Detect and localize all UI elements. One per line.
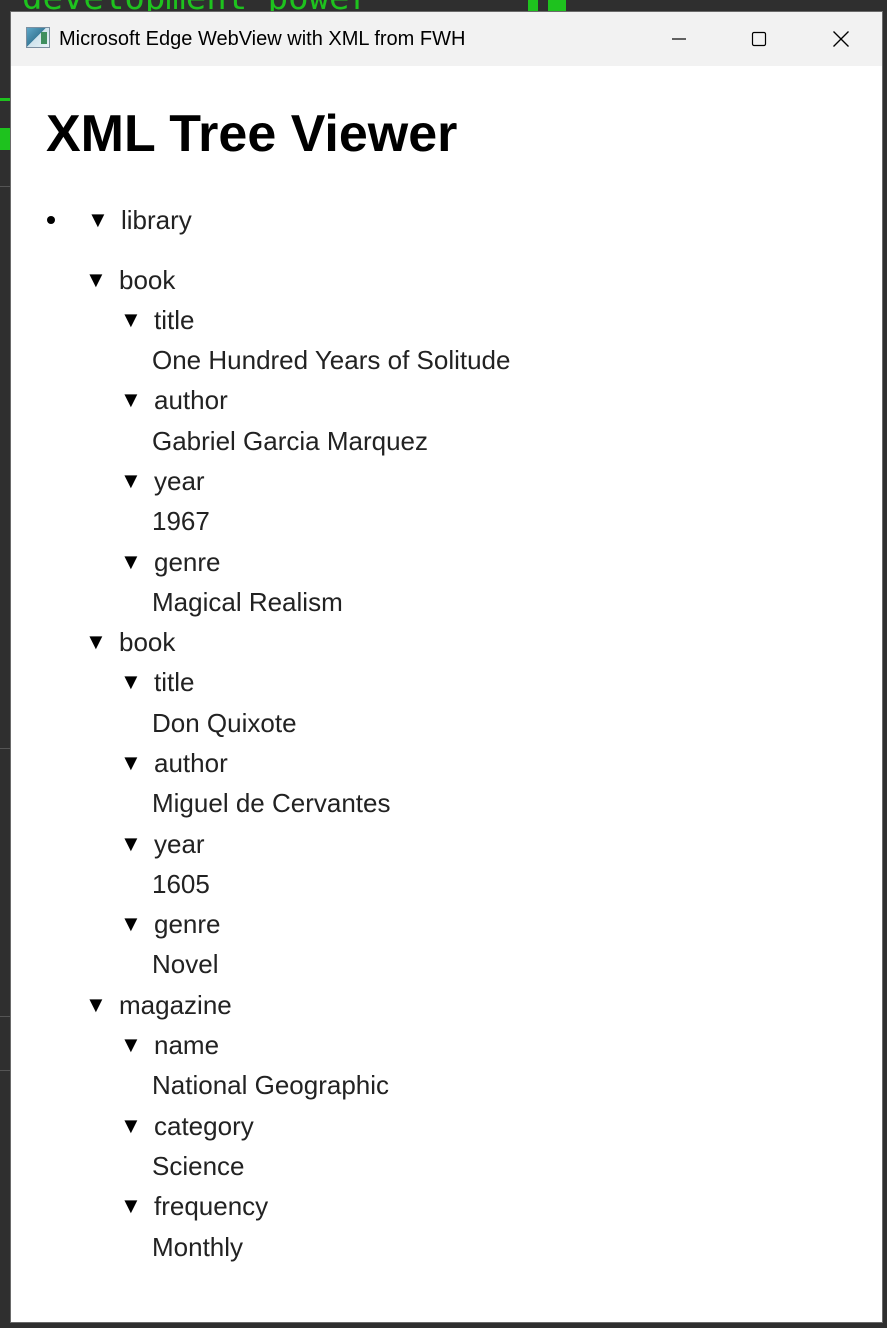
tree-node-value: Miguel de Cervantes: [152, 788, 391, 818]
tree-node-year[interactable]: ▼ year: [120, 826, 205, 862]
triangle-down-icon: ▼: [120, 549, 142, 574]
triangle-down-icon: ▼: [85, 629, 107, 654]
tree-node-year[interactable]: ▼ year: [120, 463, 205, 499]
tree-node-value: Gabriel Garcia Marquez: [152, 426, 428, 456]
background-cursor-block: [528, 0, 538, 12]
tree-node-label: book: [119, 265, 176, 295]
tree-node-value: Don Quixote: [152, 708, 297, 738]
tree-node-value: Science: [152, 1151, 245, 1181]
page-title: XML Tree Viewer: [46, 105, 458, 163]
tree-node-label: library: [121, 205, 192, 235]
triangle-down-icon: ▼: [87, 207, 109, 232]
tree-node-value: 1605: [152, 869, 210, 899]
triangle-down-icon: ▼: [120, 1193, 142, 1218]
triangle-down-icon: ▼: [120, 911, 142, 936]
triangle-down-icon: ▼: [120, 387, 142, 412]
tree-node-label: name: [154, 1030, 220, 1060]
tree-node-value: National Geographic: [152, 1070, 390, 1100]
minimize-button[interactable]: [639, 12, 719, 66]
tree-node-title[interactable]: ▼ title: [120, 664, 194, 700]
background-cursor-block-2: [548, 0, 566, 12]
triangle-down-icon: ▼: [120, 669, 142, 694]
maximize-icon: [751, 31, 767, 47]
tree-node-genre[interactable]: ▼ genre: [120, 906, 221, 942]
triangle-down-icon: ▼: [120, 468, 142, 493]
close-button[interactable]: [801, 12, 881, 66]
triangle-down-icon: ▼: [120, 831, 142, 856]
tree-node-book[interactable]: ▼ book: [85, 262, 175, 298]
tree-node-genre[interactable]: ▼ genre: [120, 544, 221, 580]
tree-node-book[interactable]: ▼ book: [85, 624, 175, 660]
tree-node-label: genre: [154, 909, 221, 939]
triangle-down-icon: ▼: [120, 1032, 142, 1057]
tree-node-label: title: [154, 667, 195, 697]
tree-node-label: book: [119, 627, 176, 657]
maximize-button[interactable]: [719, 12, 799, 66]
tree-node-name[interactable]: ▼ name: [120, 1027, 219, 1063]
tree-node-label: title: [154, 305, 195, 335]
webview-content: XML Tree Viewer ▼ library ▼ book ▼ title…: [11, 66, 882, 1322]
tree-node-label: frequency: [154, 1191, 269, 1221]
tree-node-author[interactable]: ▼ author: [120, 745, 228, 781]
triangle-down-icon: ▼: [120, 750, 142, 775]
tree-node-value: Monthly: [152, 1232, 244, 1262]
background-green-block: [0, 128, 11, 150]
tree-node-frequency[interactable]: ▼ frequency: [120, 1188, 268, 1224]
tree-node-label: year: [154, 829, 205, 859]
tree-node-label: magazine: [119, 990, 232, 1020]
tree-node-author[interactable]: ▼ author: [120, 382, 228, 418]
tree-node-value: One Hundred Years of Solitude: [152, 345, 511, 375]
triangle-down-icon: ▼: [85, 267, 107, 292]
tree-node-value: Novel: [152, 949, 219, 979]
window-titlebar[interactable]: Microsoft Edge WebView with XML from FWH: [11, 12, 882, 66]
tree-node-label: author: [154, 748, 228, 778]
tree-node-title[interactable]: ▼ title: [120, 302, 194, 338]
tree-node-label: category: [154, 1111, 254, 1141]
tree-node-category[interactable]: ▼ category: [120, 1108, 254, 1144]
tree-node-library[interactable]: ▼ library: [87, 202, 192, 238]
tree-node-label: author: [154, 385, 228, 415]
minimize-icon: [672, 38, 686, 40]
app-window-icon: [26, 27, 50, 48]
window-title: Microsoft Edge WebView with XML from FWH: [59, 28, 466, 50]
close-icon: [833, 31, 849, 47]
tree-node-magazine[interactable]: ▼ magazine: [85, 987, 232, 1023]
tree-node-label: year: [154, 466, 205, 496]
tree-node-value: 1967: [152, 506, 210, 536]
triangle-down-icon: ▼: [120, 1113, 142, 1138]
triangle-down-icon: ▼: [120, 307, 142, 332]
list-bullet: [47, 216, 55, 224]
tree-node-label: genre: [154, 547, 221, 577]
tree-node-value: Magical Realism: [152, 587, 343, 617]
background-green-bar: [0, 98, 11, 101]
triangle-down-icon: ▼: [85, 992, 107, 1017]
app-window: Microsoft Edge WebView with XML from FWH…: [11, 12, 882, 1322]
